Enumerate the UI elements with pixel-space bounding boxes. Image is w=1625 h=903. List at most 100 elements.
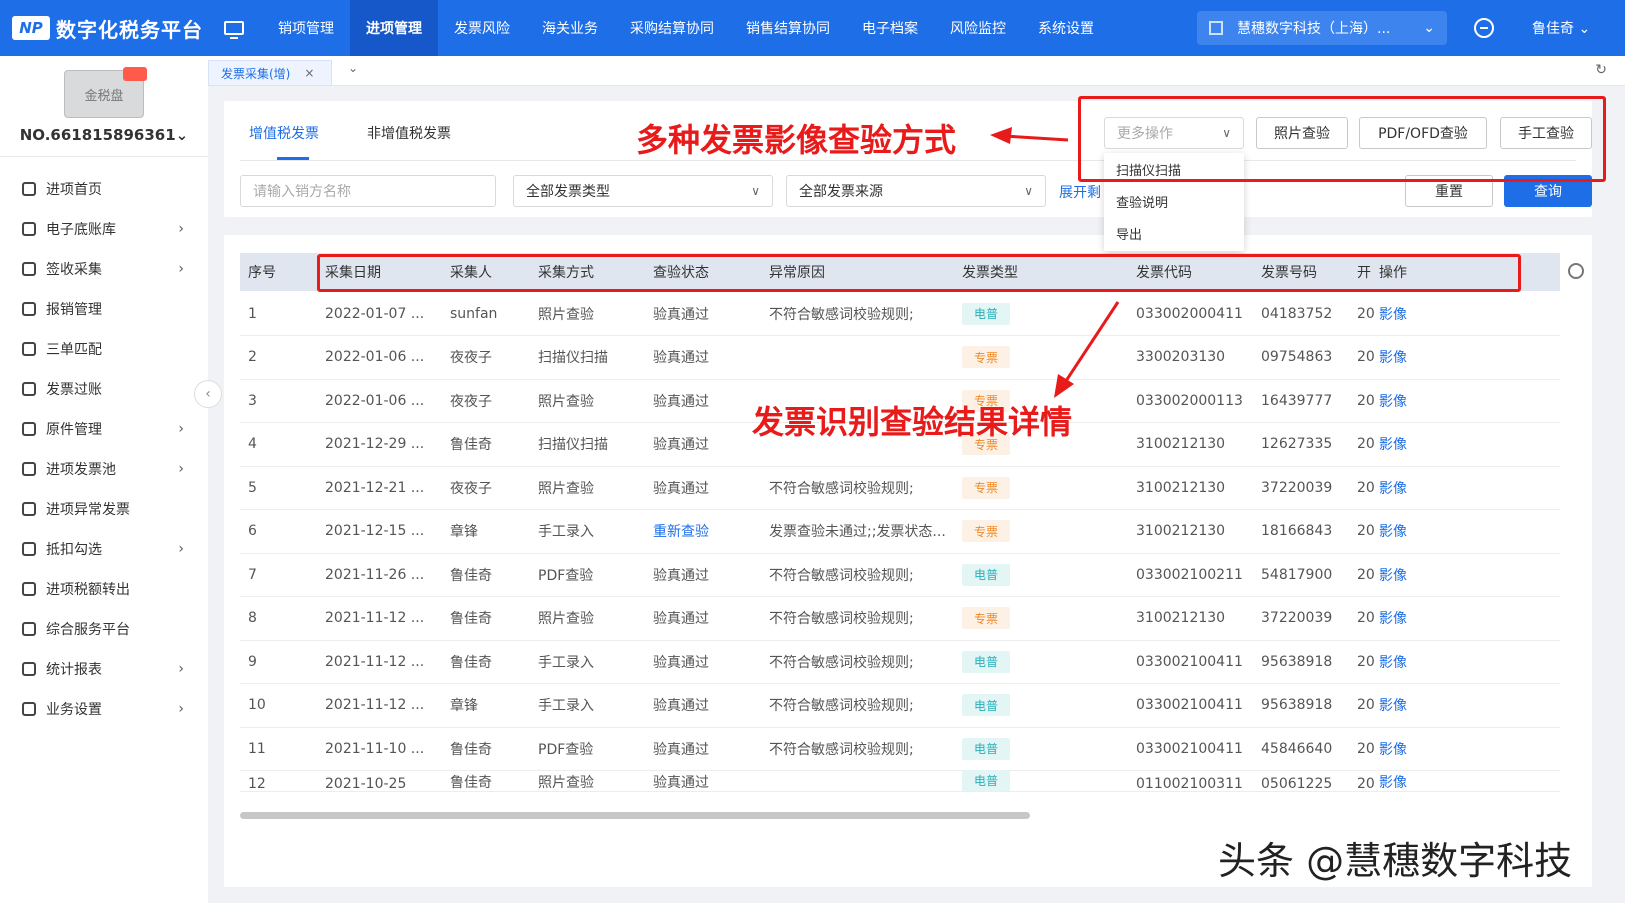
nav-item[interactable]: 海关业务 bbox=[526, 0, 614, 56]
sidebar-item[interactable]: 进项首页 bbox=[0, 169, 208, 209]
cell-text: 8 bbox=[248, 610, 257, 626]
invoice-type-badge: 电普 bbox=[962, 650, 1011, 673]
refresh-icon[interactable]: ↻ bbox=[1595, 62, 1607, 78]
column-header[interactable]: 序号 bbox=[248, 253, 276, 291]
table-row[interactable]: 2 2022-01-06 ... 夜夜子 扫描仪扫描 验真通过 专票 3300203130 0… bbox=[240, 335, 1560, 380]
cell-date: 2021-12-29 ... bbox=[325, 422, 443, 466]
nav-item[interactable]: 销项管理 bbox=[262, 0, 350, 56]
table-row[interactable]: 6 2021-12-15 ... 章锋 手工录入 重新查验 发票查验未通过;;发票状态..… bbox=[240, 509, 1560, 554]
tab-vat-invoice[interactable]: 增值税发票 bbox=[249, 123, 319, 143]
invoice-type-select[interactable]: 全部发票类型 ∨ bbox=[513, 175, 773, 207]
column-header[interactable]: 采集人 bbox=[450, 253, 492, 291]
tab-invoice-collect[interactable]: 发票采集(增) × bbox=[208, 60, 332, 86]
column-header[interactable]: 异常原因 bbox=[769, 253, 825, 291]
image-link[interactable]: 影像 bbox=[1379, 695, 1407, 715]
reset-button[interactable]: 重置 bbox=[1405, 175, 1493, 207]
gear-icon[interactable] bbox=[1568, 263, 1584, 279]
cell-num: 54817900 bbox=[1261, 552, 1351, 596]
image-link[interactable]: 影像 bbox=[1379, 565, 1407, 585]
image-link[interactable]: 影像 bbox=[1379, 739, 1407, 759]
image-link[interactable]: 影像 bbox=[1379, 434, 1407, 454]
cell-open: 20 bbox=[1357, 335, 1375, 379]
column-header[interactable]: 查验状态 bbox=[653, 253, 709, 291]
nav-item[interactable]: 电子档案 bbox=[846, 0, 934, 56]
user-menu[interactable]: 鲁佳奇 ⌄ bbox=[1532, 18, 1590, 38]
nav-item[interactable]: 销售结算协同 bbox=[730, 0, 846, 56]
dropdown-item[interactable]: 查验说明 bbox=[1104, 185, 1244, 217]
table-row[interactable]: 7 2021-11-26 ... 鲁佳奇 PDF查验 验真通过 不符合敏感词校验规则; 电普… bbox=[240, 552, 1560, 597]
table-row[interactable]: 8 2021-11-12 ... 鲁佳奇 照片查验 验真通过 不符合敏感词校验规则; 专票 3… bbox=[240, 596, 1560, 641]
tab-non-vat-invoice[interactable]: 非增值税发票 bbox=[367, 123, 451, 143]
more-operations-select[interactable]: 更多操作 ∨ bbox=[1104, 117, 1244, 149]
cell-text: 2021-11-12 ... bbox=[325, 653, 425, 670]
column-header[interactable]: 采集日期 bbox=[325, 253, 381, 291]
nav-item[interactable]: 进项管理 bbox=[350, 0, 438, 56]
image-link[interactable]: 影像 bbox=[1379, 608, 1407, 628]
horizontal-scrollbar[interactable] bbox=[240, 812, 1030, 819]
sidebar-item[interactable]: 进项税额转出 bbox=[0, 569, 208, 609]
column-header[interactable]: 开 bbox=[1357, 253, 1371, 291]
collapse-sidebar-button[interactable]: ‹ bbox=[194, 380, 222, 408]
column-header[interactable]: 操作 bbox=[1379, 253, 1407, 291]
table-row[interactable]: 10 2021-11-12 ... 章锋 手工录入 验真通过 不符合敏感词校验规则; 电普 0… bbox=[240, 683, 1560, 728]
sidebar-item[interactable]: 进项异常发票 bbox=[0, 489, 208, 529]
menu-icon bbox=[22, 622, 36, 636]
cell-text: 照片查验 bbox=[538, 480, 594, 497]
nav-item[interactable]: 风险监控 bbox=[934, 0, 1022, 56]
expand-filters-link[interactable]: 展开剩 bbox=[1059, 182, 1101, 202]
column-header[interactable]: 采集方式 bbox=[538, 253, 594, 291]
sidebar-item[interactable]: 报销管理 bbox=[0, 289, 208, 329]
cell-text: 033002100411 bbox=[1136, 653, 1243, 670]
tax-disk-card[interactable]: 金税盘 bbox=[64, 67, 147, 118]
cell-open: 20 bbox=[1357, 552, 1375, 596]
nav-item[interactable]: 采购结算协同 bbox=[614, 0, 730, 56]
column-header[interactable]: 发票号码 bbox=[1261, 253, 1317, 291]
sidebar-item[interactable]: 抵扣勾选 › bbox=[0, 529, 208, 569]
seller-name-input[interactable]: 请输入销方名称 bbox=[240, 175, 496, 207]
image-link[interactable]: 影像 bbox=[1379, 478, 1407, 498]
invoice-source-select[interactable]: 全部发票来源 ∨ bbox=[786, 175, 1046, 207]
sidebar-item[interactable]: 三单匹配 bbox=[0, 329, 208, 369]
close-icon[interactable]: × bbox=[304, 66, 314, 80]
message-icon[interactable] bbox=[1474, 18, 1494, 38]
nav-item[interactable]: 发票风险 bbox=[438, 0, 526, 56]
tabs-more-icon[interactable]: ⌄ bbox=[348, 61, 358, 75]
logo-icon: NP bbox=[12, 16, 50, 40]
manual-check-button[interactable]: 手工查验 bbox=[1500, 117, 1592, 149]
sidebar-item[interactable]: 业务设置 › bbox=[0, 689, 208, 729]
image-link[interactable]: 影像 bbox=[1379, 304, 1407, 324]
image-link[interactable]: 影像 bbox=[1379, 347, 1407, 367]
monitor-icon[interactable] bbox=[224, 21, 244, 39]
query-button[interactable]: 查询 bbox=[1504, 175, 1592, 207]
pdf-ofd-check-button[interactable]: PDF/OFD查验 bbox=[1359, 117, 1487, 149]
column-header[interactable]: 发票代码 bbox=[1136, 253, 1192, 291]
sidebar-item[interactable]: 综合服务平台 bbox=[0, 609, 208, 649]
photo-check-button[interactable]: 照片查验 bbox=[1256, 117, 1348, 149]
dropdown-item[interactable]: 导出 bbox=[1104, 217, 1244, 249]
sidebar-item[interactable]: 电子底账库 › bbox=[0, 209, 208, 249]
sidebar-item[interactable]: 原件管理 › bbox=[0, 409, 208, 449]
table-row[interactable]: 1 2022-01-07 ... sunfan 照片查验 验真通过 不符合敏感词校验规则;… bbox=[240, 291, 1560, 336]
table-row[interactable]: 11 2021-11-10 ... 鲁佳奇 PDF查验 验真通过 不符合敏感词校验规则; 电… bbox=[240, 726, 1560, 771]
cell-text: 20 bbox=[1357, 697, 1375, 713]
company-selector[interactable]: 慧穗数字科技（上海）... ⌄ bbox=[1197, 11, 1447, 45]
table-row[interactable]: 5 2021-12-21 ... 夜夜子 照片查验 验真通过 不符合敏感词校验规则; 专票 3… bbox=[240, 465, 1560, 510]
image-link[interactable]: 影像 bbox=[1379, 652, 1407, 672]
image-link[interactable]: 影像 bbox=[1379, 772, 1407, 791]
app-logo[interactable]: NP 数字化税务平台 bbox=[0, 14, 210, 43]
sidebar-item[interactable]: 发票过账 bbox=[0, 369, 208, 409]
sidebar-item[interactable]: 签收采集 › bbox=[0, 249, 208, 289]
image-link[interactable]: 影像 bbox=[1379, 521, 1407, 541]
recheck-link[interactable]: 重新查验 bbox=[653, 521, 709, 541]
cell-text: 不符合敏感词校验规则; bbox=[769, 567, 914, 584]
sidebar-item[interactable]: 进项发票池 › bbox=[0, 449, 208, 489]
table-row[interactable]: 9 2021-11-12 ... 鲁佳奇 手工录入 验真通过 不符合敏感词校验规则; 电普 0… bbox=[240, 639, 1560, 684]
sidebar-item[interactable]: 统计报表 › bbox=[0, 649, 208, 689]
image-link[interactable]: 影像 bbox=[1379, 391, 1407, 411]
nav-item[interactable]: 系统设置 bbox=[1022, 0, 1110, 56]
table-row[interactable]: 12 2021-10-25 鲁佳奇 照片查验 验真通过 电普 011002100311 050… bbox=[240, 769, 1560, 792]
cell-text: 12 bbox=[248, 775, 266, 792]
dropdown-item[interactable]: 扫描仪扫描 bbox=[1104, 153, 1244, 185]
disk-number-selector[interactable]: NO.661815896361⌄ bbox=[0, 126, 208, 144]
column-header[interactable]: 发票类型 bbox=[962, 253, 1018, 291]
